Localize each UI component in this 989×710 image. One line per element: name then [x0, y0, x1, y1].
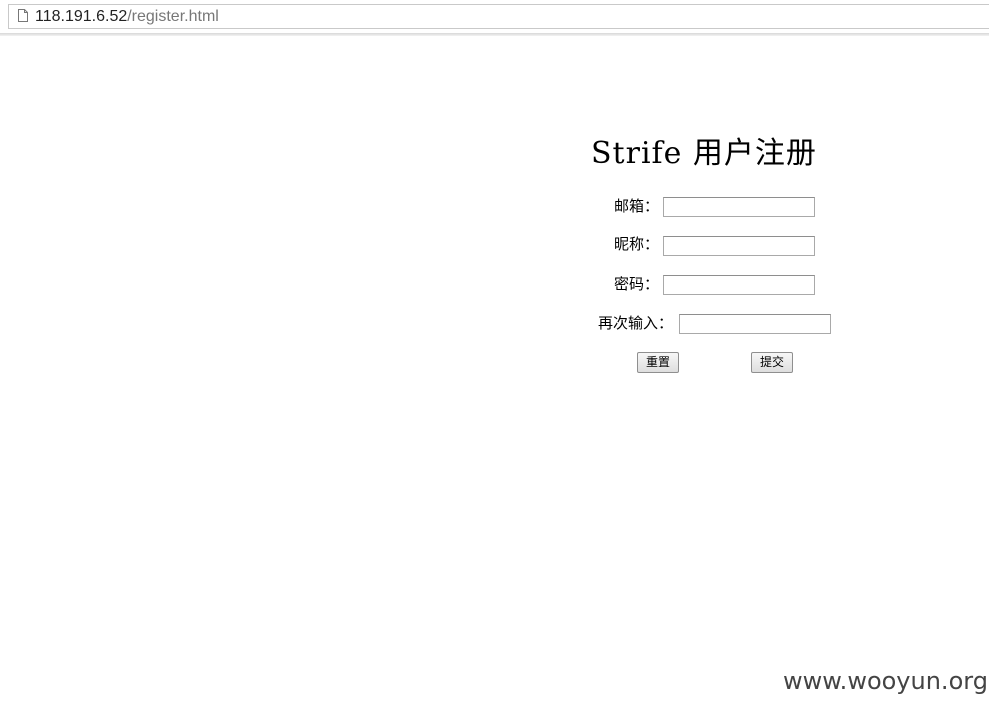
confirm-password-field[interactable]: [679, 314, 831, 334]
page-icon: [18, 9, 28, 22]
nickname-label: 昵称：: [614, 235, 660, 253]
watermark: www.wooyun.org: [783, 667, 988, 695]
page-title: Strife 用户注册: [591, 136, 817, 171]
url-host: 118.191.6.52: [35, 8, 128, 25]
confirm-password-label: 再次输入：: [598, 314, 674, 332]
password-label: 密码：: [614, 275, 660, 293]
email-label: 邮箱：: [614, 197, 660, 215]
reset-button[interactable]: 重置: [637, 352, 679, 373]
browser-address-bar: 118.191.6.52/register.html: [0, 0, 989, 36]
toolbar-divider: [0, 33, 989, 36]
url-path: /register.html: [127, 8, 219, 25]
password-field[interactable]: [663, 275, 815, 295]
submit-button[interactable]: 提交: [751, 352, 793, 373]
email-field[interactable]: [663, 197, 815, 217]
url-text[interactable]: 118.191.6.52/register.html: [35, 8, 219, 26]
nickname-field[interactable]: [663, 236, 815, 256]
